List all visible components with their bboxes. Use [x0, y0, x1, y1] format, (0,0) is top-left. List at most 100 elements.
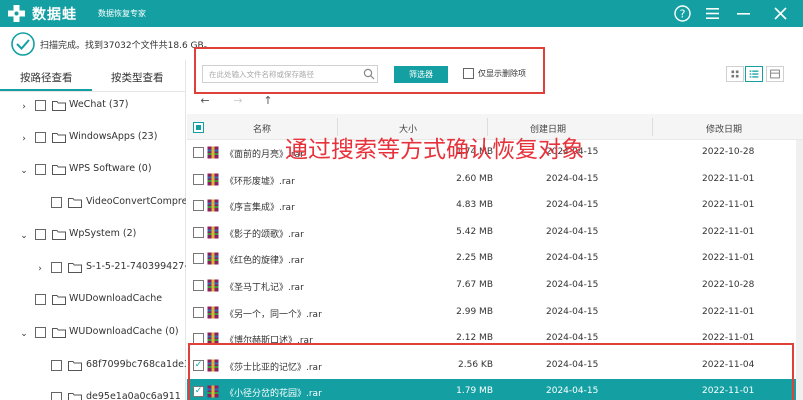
row-checkbox[interactable] — [193, 253, 204, 265]
tree-checkbox[interactable] — [35, 327, 46, 338]
list-view-icon[interactable] — [745, 66, 763, 82]
column-header-name[interactable]: 名称 — [253, 122, 271, 135]
folder-icon — [68, 361, 82, 371]
tree-item-label: WindowsApps (23) — [69, 131, 158, 142]
selected-rows-highlight-box — [188, 343, 794, 400]
row-checkbox[interactable] — [193, 147, 204, 158]
tree-item[interactable]: VideoConvertCompress — [0, 193, 186, 219]
partial-check-mark — [196, 125, 201, 130]
tab-divider — [0, 91, 186, 92]
tab-by-path[interactable]: 按路径查看 — [20, 70, 73, 85]
expand-caret-icon[interactable]: ⌄ — [18, 230, 30, 242]
app-logo-text: 数据蛙 — [32, 7, 77, 23]
file-size: 7.67 MB — [456, 280, 493, 290]
scrollbar[interactable] — [796, 140, 803, 400]
tree-item[interactable]: › WeChat (37) — [0, 96, 186, 122]
row-checkbox[interactable] — [193, 306, 204, 318]
file-name: 《另一个，同一个》.rar — [225, 309, 322, 320]
tree-item-label: WPS Software (0) — [69, 163, 152, 174]
expand-caret-icon[interactable]: › — [34, 263, 46, 275]
tree-checkbox[interactable] — [35, 294, 46, 305]
title-bar: 数据蛙 数据恢复专家 ? — [0, 0, 803, 27]
file-modified-date: 2022-10-28 — [702, 147, 755, 157]
table-row[interactable]: 《环形废墟》.rar 2.60 MB 2024-04-15 2022-11-01 — [187, 167, 803, 193]
app-subtitle: 数据恢复专家 — [98, 9, 146, 18]
folder-icon — [52, 328, 66, 338]
close-icon[interactable] — [771, 4, 790, 23]
tree-item[interactable]: de95e1a0a0c6a911 — [0, 388, 186, 400]
minimize-icon[interactable] — [734, 4, 753, 23]
tree-item-label: WeChat (37) — [69, 99, 129, 110]
folder-icon — [52, 133, 66, 143]
table-row[interactable]: 《红色的旋律》.rar 2.25 MB 2024-04-15 2022-11-01 — [187, 246, 803, 272]
help-icon[interactable]: ? — [673, 4, 692, 23]
file-modified-date: 2022-11-01 — [702, 253, 755, 264]
table-row[interactable]: 《另一个，同一个》.rar 2.99 MB 2024-04-15 2022-11-01 — [187, 300, 803, 326]
tree-checkbox[interactable] — [35, 100, 46, 111]
tree-checkbox[interactable] — [51, 197, 62, 208]
table-row[interactable]: 《影子的颂歌》.rar 5.42 MB 2024-04-15 2022-11-01 — [187, 220, 803, 246]
column-header-modified[interactable]: 修改日期 — [706, 122, 742, 135]
tree-item-label: WpSystem (2) — [69, 228, 137, 239]
back-arrow-icon[interactable]: ← — [198, 94, 212, 107]
file-created-date: 2024-04-15 — [546, 173, 599, 184]
row-checkbox[interactable] — [193, 173, 204, 185]
file-created-date: 2024-04-15 — [546, 200, 599, 211]
file-created-date: 2024-04-15 — [546, 280, 599, 290]
tree-checkbox[interactable] — [35, 164, 46, 175]
tree-item[interactable]: ⌄ WUDownloadCache (0) — [0, 323, 186, 349]
tree-item[interactable]: › S-1-5-21-740399427-3 — [0, 258, 186, 284]
file-name: 《序言集成》.rar — [225, 203, 295, 214]
file-size: 2.60 MB — [456, 173, 493, 184]
file-size: 4.83 MB — [456, 200, 493, 211]
tree-item-label: VideoConvertCompress — [86, 196, 186, 207]
file-name: 《影子的颂歌》.rar — [225, 229, 304, 240]
row-checkbox[interactable] — [193, 280, 204, 291]
svg-text:?: ? — [680, 8, 686, 21]
expand-caret-icon[interactable]: ⌄ — [18, 165, 30, 177]
tree-item-label: WUDownloadCache (0) — [69, 326, 179, 337]
column-divider — [652, 118, 653, 136]
logo-icon — [8, 5, 25, 22]
tree-checkbox[interactable] — [51, 262, 62, 273]
tree-checkbox[interactable] — [51, 360, 62, 371]
expand-caret-icon[interactable]: › — [18, 133, 30, 145]
detail-view-icon[interactable] — [766, 66, 784, 82]
tree-item[interactable]: 68f7099bc768ca1de34 — [0, 356, 186, 382]
file-created-date: 2024-04-15 — [546, 306, 599, 317]
tree-item-label: S-1-5-21-740399427-3 — [86, 261, 186, 272]
folder-icon — [68, 198, 82, 208]
file-name: 《环形废墟》.rar — [225, 176, 295, 187]
file-modified-date: 2022-11-01 — [702, 333, 755, 344]
menu-icon[interactable] — [703, 4, 722, 23]
rar-file-icon — [207, 306, 219, 319]
rar-file-icon — [207, 146, 219, 159]
folder-icon — [52, 295, 66, 305]
tree-item[interactable]: ⌄ WpSystem (2) — [0, 225, 186, 251]
row-checkbox[interactable] — [193, 226, 204, 238]
rar-file-icon — [207, 199, 219, 212]
up-arrow-icon[interactable]: ↑ — [261, 94, 275, 107]
table-row[interactable]: 《圣马丁札记》.rar 7.67 MB 2024-04-15 2022-10-28 — [187, 273, 803, 299]
tree-checkbox[interactable] — [35, 229, 46, 240]
file-modified-date: 2022-11-01 — [702, 306, 755, 317]
tab-by-type[interactable]: 按类型查看 — [111, 70, 164, 85]
tree-item[interactable]: ⌄ WPS Software (0) — [0, 160, 186, 186]
file-created-date: 2024-04-15 — [546, 226, 599, 237]
file-name: 《圣马丁札记》.rar — [225, 283, 304, 293]
expand-caret-icon[interactable]: ⌄ — [18, 328, 30, 340]
table-row[interactable]: 《序言集成》.rar 4.83 MB 2024-04-15 2022-11-01 — [187, 193, 803, 219]
tree-checkbox[interactable] — [51, 392, 62, 400]
grid-view-icon[interactable] — [726, 66, 744, 82]
select-all-checkbox[interactable] — [193, 122, 204, 133]
tree-item[interactable]: › WindowsApps (23) — [0, 128, 186, 154]
tree-item-label: de95e1a0a0c6a911 — [86, 391, 181, 400]
forward-arrow-icon[interactable]: → — [231, 94, 245, 107]
rar-file-icon — [207, 279, 219, 292]
expand-caret-icon[interactable]: › — [18, 101, 30, 113]
tree-item[interactable]: WUDownloadCache — [0, 290, 186, 316]
file-created-date: 2024-04-15 — [546, 333, 599, 344]
file-name: 《红色的旋律》.rar — [225, 256, 304, 267]
row-checkbox[interactable] — [193, 200, 204, 212]
tree-checkbox[interactable] — [35, 132, 46, 143]
